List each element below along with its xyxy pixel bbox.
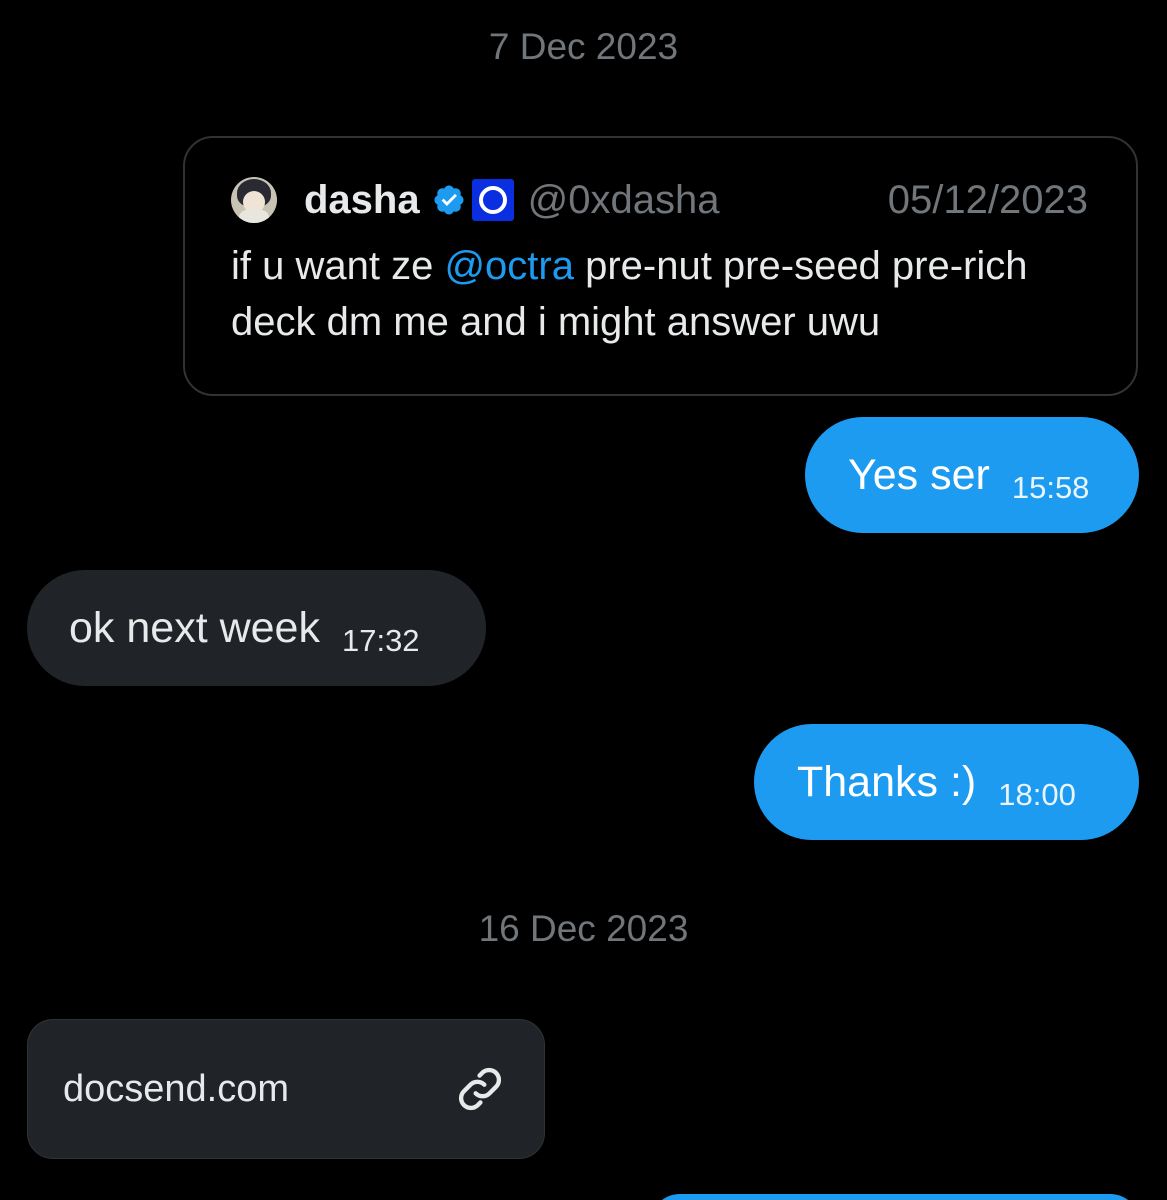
quoted-text-before: if u want ze bbox=[231, 244, 445, 288]
outgoing-message-partial[interactable] bbox=[650, 1194, 1140, 1200]
quoted-post-text: if u want ze @octra pre-nut pre-seed pre… bbox=[231, 238, 1091, 350]
avatar[interactable] bbox=[231, 177, 277, 223]
octra-org-badge-icon bbox=[471, 179, 514, 221]
message-text: Thanks :) bbox=[797, 757, 977, 806]
link-icon bbox=[458, 1067, 502, 1111]
message-time: 17:32 bbox=[341, 623, 420, 658]
date-separator: 7 Dec 2023 bbox=[488, 26, 679, 67]
message-time: 18:00 bbox=[998, 777, 1076, 812]
link-preview-card[interactable]: docsend.com bbox=[27, 1019, 545, 1159]
quoted-post-card[interactable]: dasha @0xdasha 05/12/2023 if u want ze @… bbox=[183, 136, 1138, 396]
dm-conversation: 7 Dec 2023 dasha @0xdasha 05/12/2023 if … bbox=[0, 0, 1167, 1200]
quoted-author-name[interactable]: dasha bbox=[304, 178, 420, 223]
incoming-message[interactable]: ok next week 17:32 bbox=[27, 570, 486, 686]
date-separator: 16 Dec 2023 bbox=[478, 908, 689, 949]
quoted-post-header: dasha @0xdasha 05/12/2023 bbox=[231, 172, 1088, 228]
message-time: 15:58 bbox=[1011, 470, 1090, 505]
verified-check-icon bbox=[434, 185, 464, 215]
mention-link[interactable]: @octra bbox=[444, 244, 574, 288]
message-text: Yes ser bbox=[848, 450, 990, 499]
quoted-post-date: 05/12/2023 bbox=[887, 177, 1088, 222]
outgoing-message[interactable]: Thanks :) 18:00 bbox=[754, 724, 1139, 840]
link-domain: docsend.com bbox=[63, 1067, 290, 1110]
outgoing-message[interactable]: Yes ser 15:58 bbox=[805, 417, 1139, 533]
message-text: ok next week bbox=[69, 603, 320, 652]
quoted-author-handle[interactable]: @0xdasha bbox=[528, 178, 720, 223]
